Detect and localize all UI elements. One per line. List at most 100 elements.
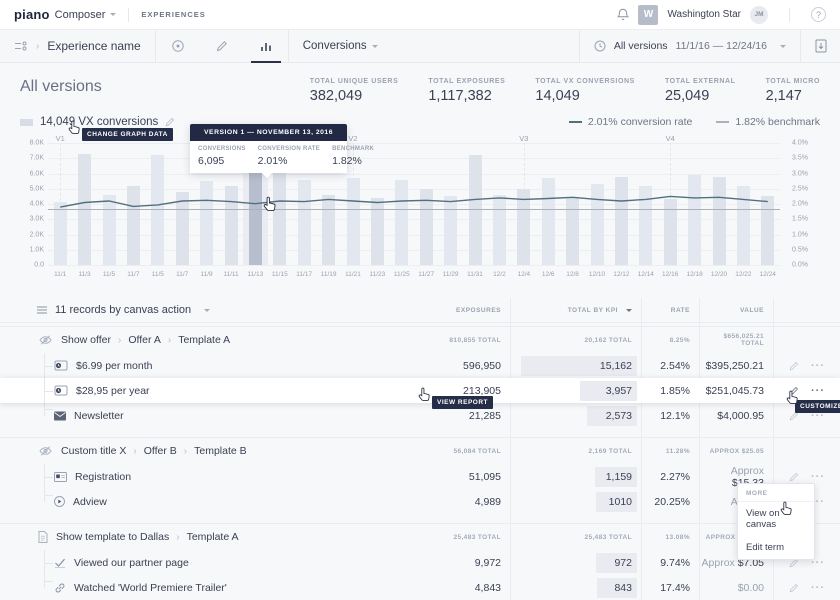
org-avatar[interactable]: W <box>638 5 658 25</box>
bar[interactable] <box>493 195 506 265</box>
chart-metric-selector[interactable]: 14,049 VX conversions <box>20 116 175 128</box>
tooltip-label: CONVERSIONS <box>198 146 246 152</box>
bar[interactable] <box>591 184 604 265</box>
date-range[interactable]: 11/1/16 — 12/24/16 <box>676 40 767 52</box>
more-actions-button[interactable]: ··· <box>811 560 825 566</box>
bar[interactable] <box>395 180 408 265</box>
menu-item-view-on-canvas[interactable]: View on canvas <box>738 502 814 536</box>
value-prefix: Approx <box>731 465 764 477</box>
bar[interactable] <box>688 175 701 265</box>
version-label: V3 <box>519 134 528 143</box>
table-row[interactable]: Registration 51,095 1,159 2.27% Approx $… <box>0 464 840 489</box>
bar[interactable] <box>469 155 482 265</box>
bar[interactable] <box>542 178 555 265</box>
chart-canvas[interactable]: 8.0K7.0K6.0K5.0K4.0K3.0K2.0K1.0K0.0 V1V2… <box>20 133 820 283</box>
col-value[interactable]: VALUE <box>699 307 773 314</box>
table-row[interactable]: Adview 4,989 1010 20.25% Approx ··· <box>0 489 840 514</box>
bar[interactable] <box>151 155 164 265</box>
bar[interactable] <box>103 195 116 265</box>
more-actions-button[interactable]: ··· <box>811 388 825 394</box>
bar[interactable] <box>347 178 360 265</box>
crumb[interactable]: Custom title X <box>61 445 144 457</box>
col-exposures[interactable]: EXPOSURES <box>420 307 510 314</box>
crumb[interactable]: Offer B <box>144 445 194 457</box>
bar[interactable] <box>761 196 774 265</box>
group-header[interactable]: Show template to DallasTemplate A 25,483… <box>0 524 840 550</box>
table-row[interactable]: Watched 'World Premiere Trailer' 4,843 8… <box>0 575 840 600</box>
x-tick-label: 11/1 <box>54 271 66 278</box>
group-header[interactable]: Custom title XOffer BTemplate B 56,084 T… <box>0 438 840 464</box>
group-exposures-total: 25,483 TOTAL <box>420 534 510 541</box>
more-actions-button[interactable]: ··· <box>811 474 825 480</box>
x-tick-label: 11/31 <box>467 271 483 278</box>
bar[interactable] <box>420 189 433 265</box>
bar[interactable] <box>713 177 726 265</box>
bar[interactable] <box>566 198 579 265</box>
records-table: 11 records by canvas action EXPOSURES TO… <box>0 298 840 600</box>
bar[interactable] <box>322 195 335 265</box>
bar[interactable] <box>517 189 530 265</box>
bar[interactable] <box>225 186 238 265</box>
customize-badge[interactable]: CUSTOMIZE <box>795 400 840 413</box>
summary-stats: TOTAL UNIQUE USERS 382,049 TOTAL EXPOSUR… <box>280 78 820 104</box>
col-total-by-kpi[interactable]: TOTAL BY KPI <box>510 306 641 315</box>
tooltip-value: 1.82% <box>332 155 374 167</box>
change-graph-data-badge[interactable]: CHANGE GRAPH DATA <box>82 128 173 141</box>
tab-analytics[interactable] <box>244 30 288 62</box>
bar[interactable] <box>54 202 67 265</box>
account-name[interactable]: Washington Star <box>667 9 741 20</box>
product-name[interactable]: Composer <box>55 9 106 21</box>
tooltip-label: BENCHMARK <box>332 146 374 152</box>
main-content: All versions TOTAL UNIQUE USERS 382,049 … <box>0 63 840 600</box>
bar[interactable] <box>78 154 91 265</box>
pencil-icon[interactable] <box>789 472 799 482</box>
bar[interactable] <box>249 172 262 265</box>
crumb[interactable]: Show template to Dallas <box>56 531 187 543</box>
version-filter[interactable]: All versions 11/1/16 — 12/24/16 <box>579 30 800 62</box>
bar[interactable] <box>664 199 677 265</box>
view-report-badge[interactable]: VIEW REPORT <box>432 396 493 409</box>
report-type-select[interactable]: Conversions <box>288 30 392 62</box>
help-button[interactable]: ? <box>811 7 826 22</box>
bar[interactable] <box>615 177 628 265</box>
group-header[interactable]: Show offerOffer ATemplate A 810,855 TOTA… <box>0 327 840 353</box>
row-rate: 12.1% <box>641 410 699 422</box>
table-row[interactable]: $6.99 per month 596,950 15,162 2.54% $39… <box>0 353 840 378</box>
bar[interactable] <box>200 181 213 265</box>
group-rate-total: 8.25% <box>641 337 699 344</box>
bar[interactable] <box>737 186 750 265</box>
crumb[interactable]: Template A <box>178 334 230 346</box>
table-row[interactable]: Newsletter 21,285 2,573 12.1% $4,000.95 … <box>0 403 840 428</box>
user-avatar[interactable]: JM <box>750 6 768 24</box>
bar[interactable] <box>371 198 384 265</box>
canvas-flow-icon[interactable] <box>14 41 28 51</box>
stat-value: 382,049 <box>310 88 399 104</box>
records-dropdown[interactable]: 11 records by canvas action <box>55 304 191 316</box>
crumb[interactable]: Show offer <box>61 334 128 346</box>
pencil-icon[interactable] <box>165 117 175 127</box>
bell-icon[interactable] <box>617 8 629 21</box>
more-actions-button[interactable]: ··· <box>811 413 825 419</box>
pencil-icon[interactable] <box>789 583 799 593</box>
bar[interactable] <box>639 186 652 265</box>
nav-experiences[interactable]: EXPERIENCES <box>141 10 205 19</box>
bar[interactable] <box>444 196 457 265</box>
more-actions-button[interactable]: ··· <box>811 363 825 369</box>
group-show-offer: Show offerOffer ATemplate A 810,855 TOTA… <box>0 326 840 428</box>
tab-edit[interactable] <box>200 30 244 62</box>
pencil-icon[interactable] <box>789 361 799 371</box>
experience-name[interactable]: Experience name <box>47 39 140 53</box>
crumb[interactable]: Template A <box>187 531 239 543</box>
col-rate[interactable]: RATE <box>641 307 699 314</box>
more-actions-button[interactable]: ··· <box>811 585 825 591</box>
crumb[interactable]: Offer A <box>128 334 178 346</box>
bar[interactable] <box>298 180 311 265</box>
menu-item-edit-term[interactable]: Edit term <box>738 536 814 559</box>
tab-goal[interactable] <box>156 30 200 62</box>
bar[interactable] <box>127 186 140 265</box>
bar[interactable] <box>176 192 189 265</box>
chevron-right-icon: › <box>36 41 39 52</box>
table-row[interactable]: Viewed our partner page 9,972 972 9.74% … <box>0 550 840 575</box>
crumb[interactable]: Template B <box>194 445 247 457</box>
export-report-button[interactable] <box>800 30 840 62</box>
